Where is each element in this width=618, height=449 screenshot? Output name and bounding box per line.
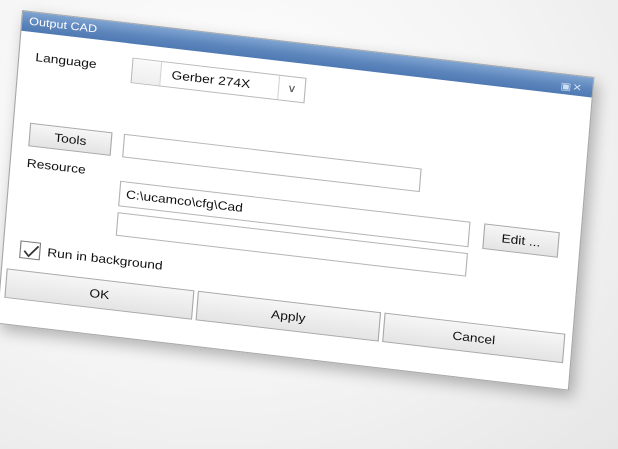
language-swatch [131,58,163,86]
apply-button[interactable]: Apply [195,290,382,342]
window-title: Output CAD [28,15,98,36]
chevron-down-icon[interactable]: ∨ [277,75,306,103]
ok-button[interactable]: OK [4,268,195,320]
title-bar[interactable]: Output CAD ▣✕ [21,11,594,99]
language-select[interactable]: Gerber 274X ∨ [130,57,307,104]
cancel-button[interactable]: Cancel [382,312,566,364]
checkmark-icon [23,245,40,258]
resource-label: Resource [26,156,87,177]
language-label: Language [34,50,98,72]
edit-button[interactable]: Edit ... [482,223,560,258]
stage: Output CAD ▣✕ Language Gerber 274X ∨ Too… [0,0,618,449]
output-cad-dialog: Output CAD ▣✕ Language Gerber 274X ∨ Too… [0,10,595,391]
language-selected-value: Gerber 274X [171,68,251,92]
run-in-background-label: Run in background [46,245,164,273]
window-controls-icon[interactable]: ▣✕ [560,77,584,99]
tools-button[interactable]: Tools [28,122,113,156]
run-in-background-checkbox[interactable] [19,240,42,261]
tools-input[interactable] [122,133,422,193]
